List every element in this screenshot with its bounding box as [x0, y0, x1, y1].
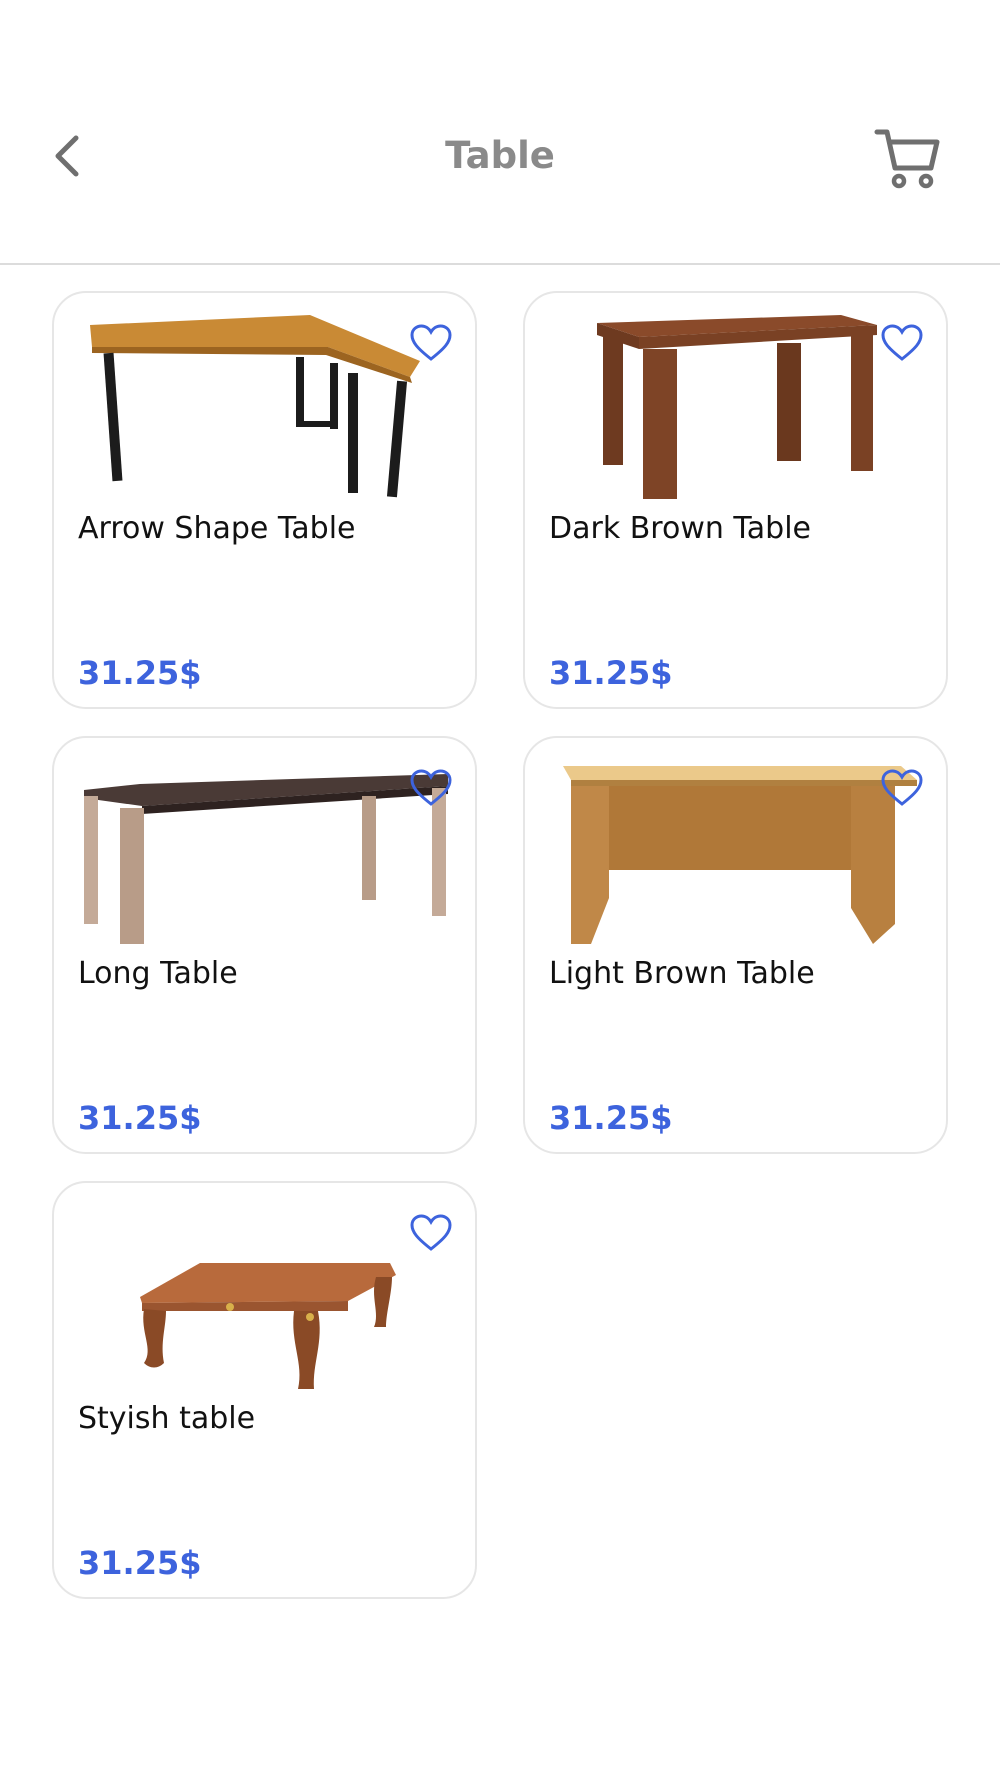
back-button[interactable] [40, 128, 96, 184]
heart-outline-icon [410, 1214, 452, 1251]
page-title: Table [445, 134, 555, 177]
product-name: Light Brown Table [549, 956, 815, 991]
product-card[interactable]: Arrow Shape Table 31.25$ [52, 291, 477, 709]
product-card[interactable]: Dark Brown Table 31.25$ [523, 291, 948, 709]
product-name: Long Table [78, 956, 238, 991]
product-image [80, 1193, 453, 1389]
product-image [80, 748, 453, 944]
product-card[interactable]: Long Table 31.25$ [52, 736, 477, 1154]
favorite-button[interactable] [407, 319, 455, 367]
product-name: Styish table [78, 1401, 256, 1436]
product-price: 31.25$ [78, 654, 202, 692]
product-card[interactable]: Light Brown Table 31.25$ [523, 736, 948, 1154]
favorite-button[interactable] [878, 764, 926, 812]
app-header: Table [0, 0, 1000, 265]
heart-outline-icon [410, 324, 452, 361]
chevron-left-icon [55, 135, 79, 177]
cart-button[interactable] [872, 122, 944, 194]
product-price: 31.25$ [549, 1099, 673, 1137]
product-price: 31.25$ [549, 654, 673, 692]
product-card[interactable]: Styish table 31.25$ [52, 1181, 477, 1599]
favorite-button[interactable] [878, 319, 926, 367]
product-price: 31.25$ [78, 1544, 202, 1582]
product-image [80, 303, 453, 499]
favorite-button[interactable] [407, 1209, 455, 1257]
cart-icon [874, 129, 940, 189]
product-name: Arrow Shape Table [78, 511, 356, 546]
product-image [551, 303, 924, 499]
favorite-button[interactable] [407, 764, 455, 812]
heart-outline-icon [410, 769, 452, 806]
heart-outline-icon [881, 769, 923, 806]
heart-outline-icon [881, 324, 923, 361]
product-name: Dark Brown Table [549, 511, 812, 546]
product-image [551, 748, 924, 944]
product-price: 31.25$ [78, 1099, 202, 1137]
